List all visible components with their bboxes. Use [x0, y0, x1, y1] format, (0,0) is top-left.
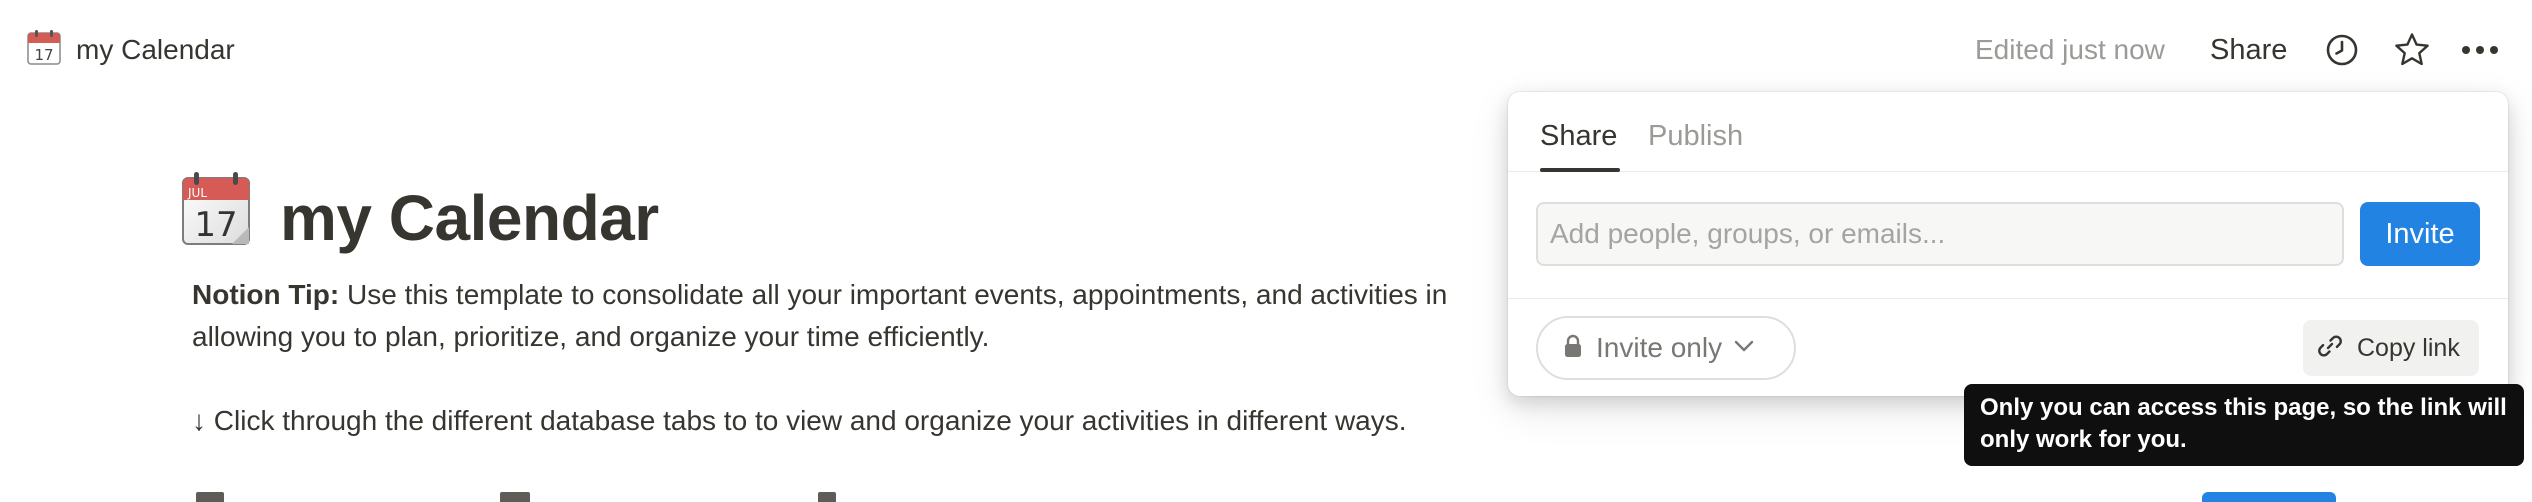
invite-input[interactable]	[1536, 202, 2344, 266]
page-calendar-icon[interactable]: JUL 17	[180, 172, 252, 251]
chevron-down-icon	[1734, 339, 1754, 357]
copy-link-button[interactable]: Copy link	[2303, 320, 2479, 376]
copy-link-tooltip: Only you can access this page, so the li…	[1964, 384, 2524, 466]
database-tab-icon	[196, 492, 224, 502]
tip-text-line1: Use this template to consolidate all you…	[339, 279, 1448, 310]
page-icon-month: JUL	[187, 186, 207, 200]
access-level-dropdown[interactable]: Invite only	[1536, 316, 1796, 380]
tip-text-line2: allowing you to plan, prioritize, and or…	[192, 321, 990, 352]
tab-publish[interactable]: Publish	[1648, 116, 1743, 156]
instruction-text: ↓ Click through the different database t…	[192, 405, 1407, 436]
tab-share[interactable]: Share	[1540, 116, 1617, 156]
calendar-icon: 17	[26, 29, 62, 71]
new-button[interactable]	[2202, 492, 2336, 502]
database-toolbar-peek	[0, 492, 2532, 502]
svg-text:17: 17	[34, 46, 53, 64]
more-icon[interactable]	[2460, 30, 2500, 70]
access-level-label: Invite only	[1596, 332, 1723, 363]
page-title[interactable]: my Calendar	[280, 178, 659, 258]
page-icon-day: 17	[194, 205, 237, 245]
database-tab-icon	[500, 492, 530, 502]
divider	[1508, 298, 2508, 299]
topbar: 17 my Calendar Edited just now Share	[0, 0, 2532, 98]
notion-tip: Notion Tip: Use this template to consoli…	[192, 274, 1512, 358]
copy-link-label: Copy link	[2357, 333, 2460, 362]
invite-button[interactable]: Invite	[2360, 202, 2480, 266]
tip-label: Notion Tip:	[192, 279, 340, 310]
link-icon	[2317, 333, 2343, 364]
breadcrumb-title[interactable]: my Calendar	[76, 34, 235, 66]
active-tab-indicator	[1540, 168, 1620, 172]
edited-status: Edited just now	[1975, 34, 2165, 65]
star-icon[interactable]	[2392, 30, 2432, 70]
database-tab-icon	[818, 492, 836, 502]
clock-icon[interactable]	[2322, 30, 2362, 70]
share-popover: Share Publish Invite Invite only	[1508, 92, 2508, 396]
popover-tabs: Share Publish	[1508, 92, 2508, 172]
share-button[interactable]: Share	[2210, 30, 2287, 70]
tooltip-line1: Only you can access this page, so the li…	[1980, 394, 2507, 421]
lock-icon	[1564, 334, 1582, 363]
tooltip-line2: only work for you.	[1980, 426, 2187, 453]
breadcrumb[interactable]: 17 my Calendar	[26, 29, 235, 71]
